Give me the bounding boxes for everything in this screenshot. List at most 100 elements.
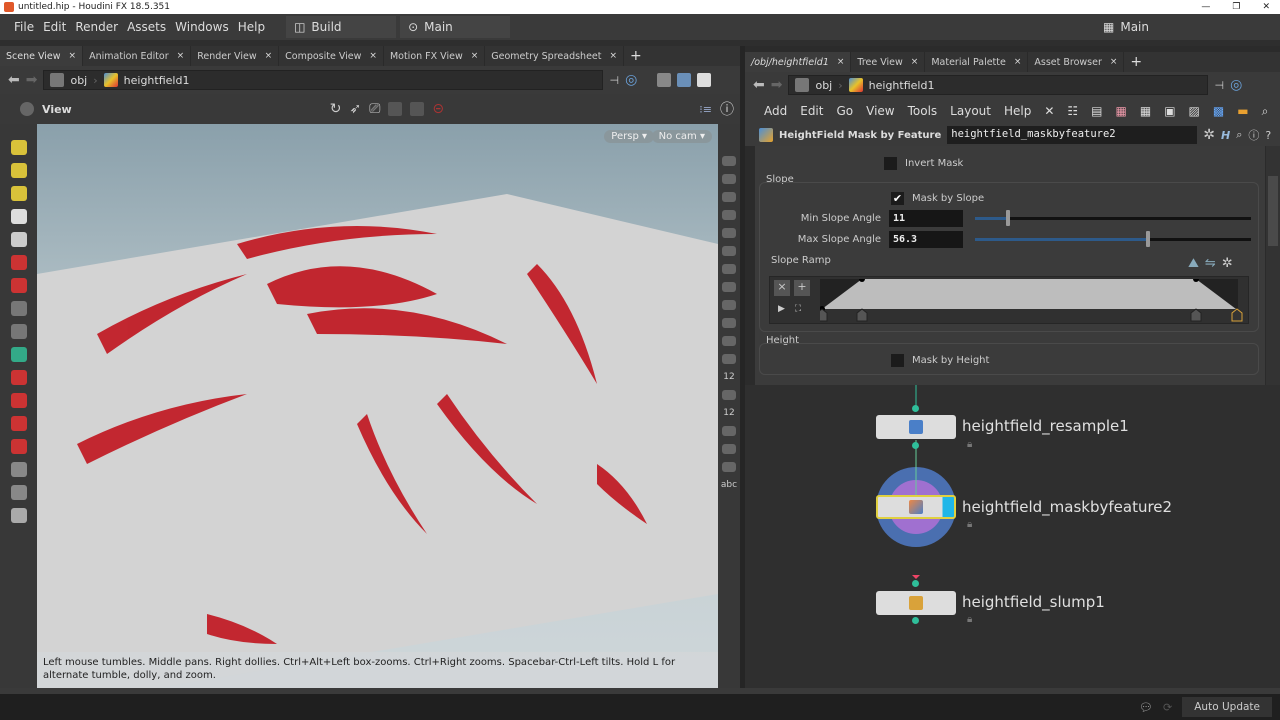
display-options-icon[interactable]: ⁝≡ [699,103,712,116]
display-14-icon[interactable] [722,426,736,436]
shading-icon[interactable] [657,73,672,87]
tab-material-palette[interactable]: Material Palette × [925,52,1029,72]
forward-arrow-icon[interactable]: ➡ [26,72,38,88]
close-icon[interactable]: × [69,51,77,61]
max-slope-field[interactable]: 56.3 [889,231,963,248]
ramp-gear-icon[interactable]: ✲ [1222,256,1233,271]
output-connector[interactable] [912,617,919,624]
record-icon[interactable]: ⊝ [432,101,444,117]
invert-mask-toggle[interactable]: Invert Mask [884,157,963,170]
display-icon[interactable] [677,73,692,87]
hda-icon[interactable]: H [1221,129,1230,142]
display-4-icon[interactable] [722,210,736,220]
input-connector[interactable] [912,405,919,412]
search-icon[interactable]: ⌕ [1262,104,1269,119]
tab-composite-view[interactable]: Composite View × [279,46,384,66]
display-5-icon[interactable] [722,228,736,238]
link-icon[interactable]: ◎ [1230,77,1242,93]
menu-edit[interactable]: Edit [43,20,66,34]
mask-by-slope-toggle[interactable]: ✔ Mask by Slope [891,192,984,205]
pin-icon[interactable]: ⊣ [1214,79,1224,92]
wrench-icon[interactable]: ✕ [1044,104,1054,118]
close-icon[interactable]: × [1014,57,1022,67]
menu-layout[interactable]: Layout [950,104,991,118]
pose-tool-icon[interactable] [10,186,27,201]
search-icon[interactable]: ⌕ [1236,128,1242,142]
display-16-icon[interactable] [722,462,736,472]
snap-magnet-icon[interactable] [10,416,27,431]
expand-icon[interactable]: ⛶ [795,304,801,314]
display-10-icon[interactable] [722,318,736,328]
menu-help[interactable]: Help [1004,104,1031,118]
checkbox[interactable] [891,354,904,367]
lock-icon[interactable]: 🔒︎ [967,614,972,625]
close-icon[interactable]: × [911,57,919,67]
tab-asset-browser[interactable]: Asset Browser × [1028,52,1125,72]
text-toggle[interactable]: abc [721,480,737,490]
close-icon[interactable]: × [1110,57,1118,67]
node-label[interactable]: heightfield_slump1 [962,593,1105,611]
pivot-icon[interactable] [10,324,27,339]
point-number-toggle[interactable]: 12 [723,372,734,382]
move-icon[interactable] [10,255,27,270]
menu-add[interactable]: Add [764,104,787,118]
camera-icon[interactable] [10,485,27,500]
menu-assets[interactable]: Assets [127,20,166,34]
tab-animation-editor[interactable]: Animation Editor × [83,46,192,66]
render-icon[interactable] [10,508,27,523]
image-icon[interactable]: ▩ [1213,104,1224,118]
help-icon[interactable]: ⓘ [720,99,734,119]
auto-update-menu[interactable]: Auto Update [1182,697,1272,717]
path-node[interactable]: heightfield1 [869,79,935,92]
camera-tool-icon[interactable]: ⎚ [369,101,380,117]
tab-render-view[interactable]: Render View × [191,46,280,66]
background-icon[interactable] [697,73,712,87]
minimize-button[interactable]: — [1201,2,1210,12]
scale-icon[interactable] [10,301,27,316]
network-editor[interactable]: heightfield_resample1 🔒︎ heightfield_mas… [745,385,1280,688]
magnet-2-icon[interactable] [10,439,27,454]
display-9-icon[interactable] [722,300,736,310]
right-context-select[interactable]: ▦ Main [1095,16,1275,38]
lock-icon[interactable]: 🔒︎ [967,439,972,450]
close-icon[interactable]: × [265,51,273,61]
view-gear-icon[interactable] [20,102,34,116]
path-field[interactable]: obj › heightfield1 [788,75,1209,95]
node-heightfield-slump1[interactable] [876,591,956,615]
link-icon[interactable]: ◎ [625,72,637,88]
grid-icon[interactable]: ▦ [1140,104,1151,118]
close-button[interactable]: ✕ [1262,2,1270,12]
prim-number-toggle[interactable]: 12 [723,408,734,418]
display-12-icon[interactable] [722,354,736,364]
display-11-icon[interactable] [722,336,736,346]
tab-network[interactable]: /obj/heightfield1 × [745,52,852,72]
display-3-icon[interactable] [722,192,736,202]
output-connector[interactable] [912,442,919,449]
close-icon[interactable]: × [471,51,479,61]
transform-tool-icon[interactable] [10,163,27,178]
scene-viewport[interactable]: Persp ▾ No cam ▾ Left mouse tumbles. Mid… [37,124,718,688]
persp-menu[interactable]: Persp ▾ [604,130,654,143]
ramp-preset-icon[interactable]: ⛰ [1188,256,1199,271]
network-box-icon[interactable]: ▣ [1164,104,1175,118]
node-label[interactable]: heightfield_maskbyfeature2 [962,498,1172,516]
forward-arrow-icon[interactable]: ➡ [771,77,783,93]
sticky-note-icon[interactable]: ▨ [1189,104,1200,118]
slope-ramp-editor[interactable]: × + ▶ ⛶ [769,276,1249,324]
tab-scene-view[interactable]: Scene View × [0,46,84,66]
scroll-thumb[interactable] [1268,176,1278,246]
context-select[interactable]: ⊙ Main [400,16,511,38]
node-heightfield-maskbyfeature2[interactable] [876,495,956,519]
input-connector[interactable] [912,580,919,587]
delete-key-button[interactable]: × [774,280,790,296]
package-icon[interactable]: ▬ [1237,104,1248,118]
tab-tree-view[interactable]: Tree View × [851,52,926,72]
back-arrow-icon[interactable]: ⬅ [8,72,20,88]
tumble-tool-icon[interactable]: ↻ [330,101,342,117]
display-13-icon[interactable] [722,390,736,400]
path-root[interactable]: obj [70,74,87,87]
refresh-icon[interactable]: ⟳ [1163,701,1172,714]
display-6-icon[interactable] [722,246,736,256]
peak-icon[interactable] [10,393,27,408]
frame-icon[interactable] [410,102,425,116]
